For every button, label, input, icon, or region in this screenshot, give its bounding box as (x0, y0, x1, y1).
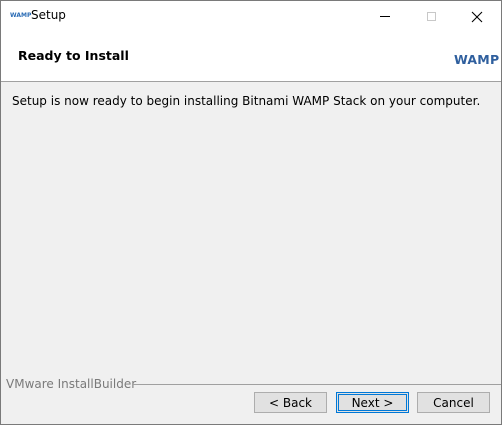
minimize-icon (380, 16, 390, 17)
setup-window: WAMP Setup Ready to Install WAMP Setup i… (0, 0, 502, 425)
minimize-button[interactable] (362, 1, 408, 32)
header-divider (1, 81, 501, 82)
page-title: Ready to Install (18, 48, 129, 63)
close-icon (471, 11, 483, 22)
installbuilder-label: VMware InstallBuilder (6, 377, 137, 391)
next-button[interactable]: Next > (336, 392, 409, 413)
back-button[interactable]: < Back (254, 392, 327, 413)
window-title: Setup (31, 8, 66, 22)
install-message: Setup is now ready to begin installing B… (12, 94, 481, 108)
title-bar[interactable]: WAMP Setup (1, 1, 501, 32)
page-header: Ready to Install WAMP (1, 32, 501, 81)
maximize-button (408, 1, 454, 32)
wamp-logo: WAMP (454, 52, 500, 67)
footer-divider (133, 384, 501, 385)
cancel-button[interactable]: Cancel (417, 392, 490, 413)
app-logo-icon: WAMP (10, 12, 32, 19)
close-button[interactable] (454, 1, 500, 32)
maximize-icon (426, 12, 436, 21)
focus-rect (338, 394, 407, 411)
